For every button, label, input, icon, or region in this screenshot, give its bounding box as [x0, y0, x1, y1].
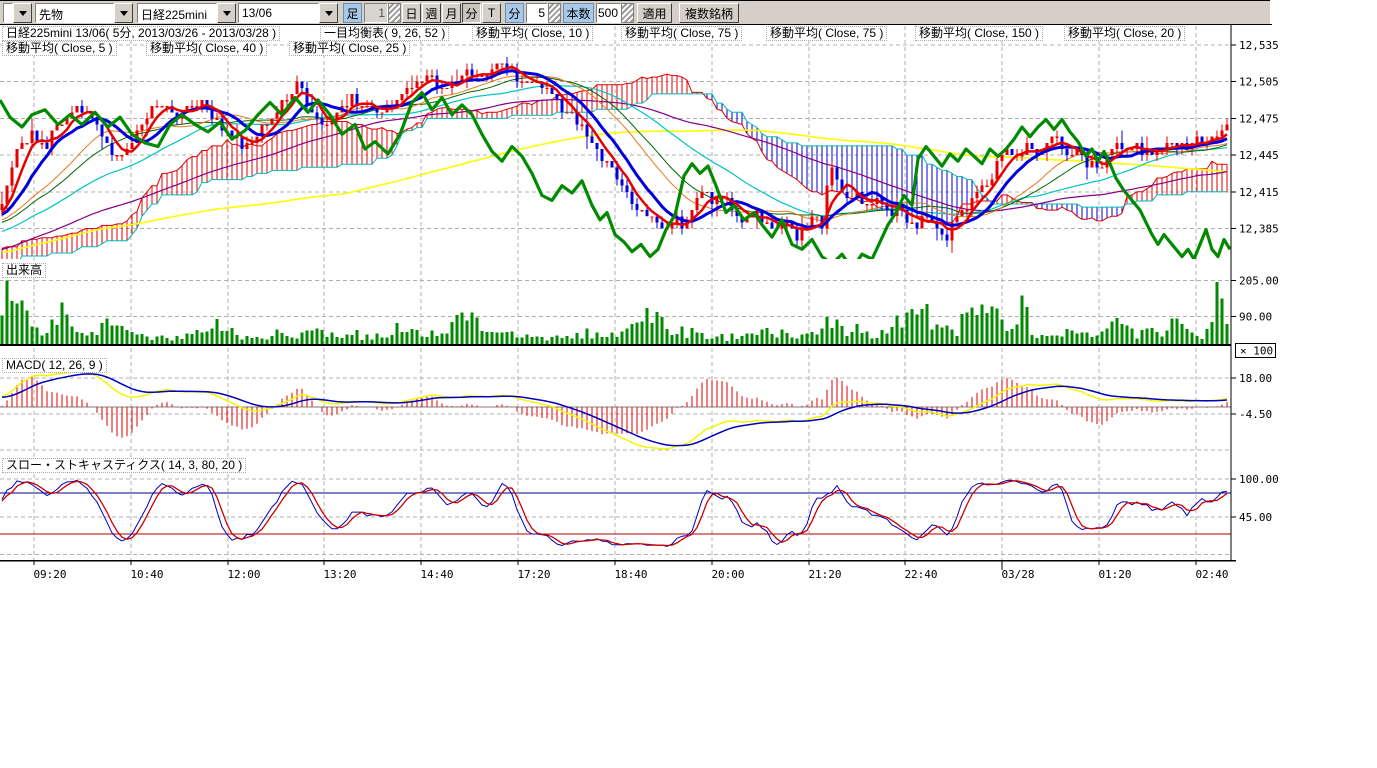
- svg-text:10:40: 10:40: [130, 568, 163, 581]
- svg-text:17:20: 17:20: [517, 568, 550, 581]
- svg-text:205.00: 205.00: [1239, 274, 1279, 287]
- svg-text:45.00: 45.00: [1239, 511, 1272, 524]
- svg-text:12,535: 12,535: [1239, 39, 1279, 52]
- svg-text:03/28: 03/28: [1001, 568, 1034, 581]
- svg-text:22:40: 22:40: [904, 568, 937, 581]
- svg-text:12,385: 12,385: [1239, 223, 1279, 236]
- svg-text:100.00: 100.00: [1239, 473, 1279, 486]
- svg-text:18:40: 18:40: [614, 568, 647, 581]
- svg-text:01:20: 01:20: [1098, 568, 1131, 581]
- svg-text:13:20: 13:20: [323, 568, 356, 581]
- moving-averages: [2, 76, 1227, 252]
- svg-text:12,445: 12,445: [1239, 149, 1279, 162]
- svg-text:12,415: 12,415: [1239, 186, 1279, 199]
- axes: [0, 24, 1272, 561]
- svg-text:× 100: × 100: [1240, 345, 1273, 358]
- svg-text:21:20: 21:20: [808, 568, 841, 581]
- svg-text:02:40: 02:40: [1195, 568, 1228, 581]
- svg-text:-4.50: -4.50: [1239, 408, 1272, 421]
- gridlines: [0, 26, 1231, 560]
- chart-canvas: 12,535 12,505 12,475 12,445 12,415 12,385 205.…: [0, 0, 1377, 768]
- axis-labels: 12,535 12,505 12,475 12,445 12,415 12,385 205.…: [33, 39, 1278, 581]
- svg-text:09:20: 09:20: [33, 568, 66, 581]
- svg-text:18.00: 18.00: [1239, 372, 1272, 385]
- svg-text:12:00: 12:00: [227, 568, 260, 581]
- svg-text:20:00: 20:00: [711, 568, 744, 581]
- svg-text:12,475: 12,475: [1239, 112, 1279, 125]
- svg-text:12,505: 12,505: [1239, 76, 1279, 89]
- svg-text:90.00: 90.00: [1239, 310, 1272, 323]
- svg-text:14:40: 14:40: [420, 568, 453, 581]
